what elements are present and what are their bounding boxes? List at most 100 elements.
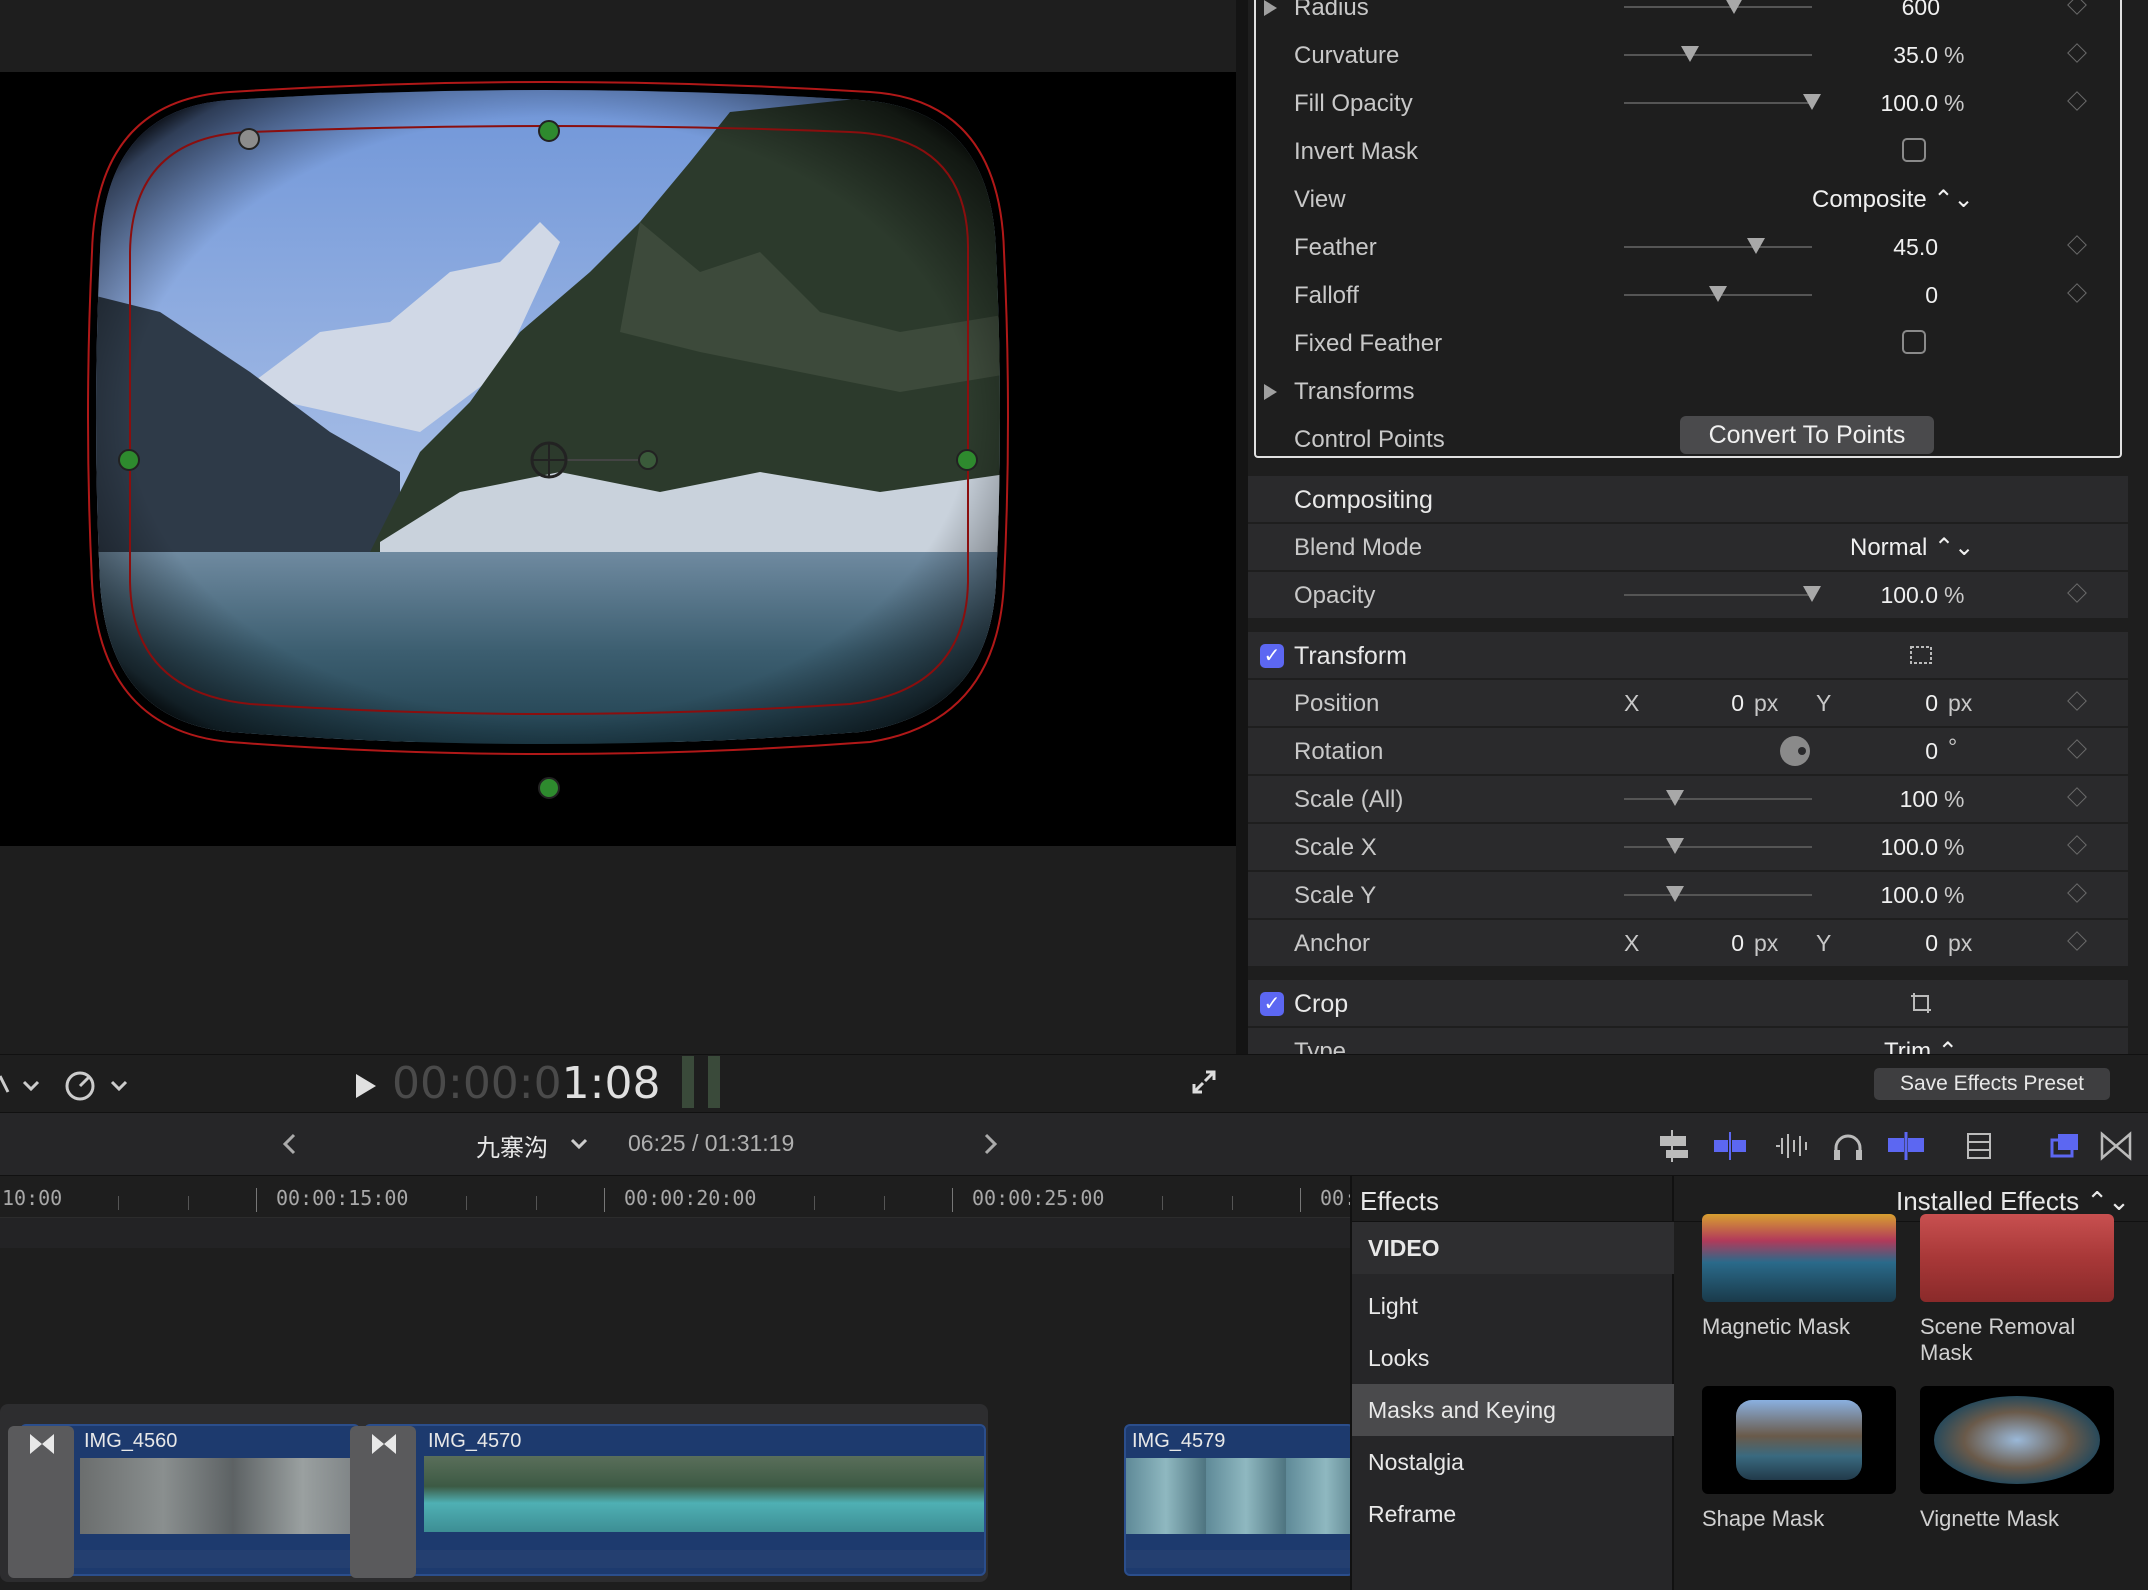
scale-all-value[interactable]: 100 <box>1818 786 1938 813</box>
viewer-canvas[interactable] <box>0 72 1236 846</box>
ruler-tick <box>256 1188 257 1212</box>
position-y-unit: px <box>1948 690 1973 716</box>
play-icon[interactable] <box>356 1074 376 1098</box>
effect-magnetic-mask[interactable]: Magnetic Mask <box>1702 1214 1896 1340</box>
effect-scene-removal-mask[interactable]: Scene Removal Mask <box>1920 1214 2114 1366</box>
category-reframe[interactable]: Reframe <box>1352 1488 1674 1540</box>
transform-title: Transform <box>1294 642 1407 670</box>
effect-thumbnail <box>1702 1386 1896 1494</box>
slider-thumb[interactable] <box>1665 790 1684 806</box>
transform-header: ✓ Transform <box>1248 632 2128 678</box>
crop-title: Crop <box>1294 990 1349 1018</box>
clip-name: IMG_4579 <box>1132 1430 1226 1452</box>
timeline-tools[interactable] <box>1656 1128 2136 1164</box>
position-y-value[interactable]: 0 <box>1818 690 1938 717</box>
scale-y-unit: % <box>1944 882 1965 908</box>
slider-thumb[interactable] <box>1665 838 1684 854</box>
category-looks[interactable]: Looks <box>1352 1332 1674 1384</box>
opacity-value[interactable]: 100.0 <box>1818 582 1938 609</box>
ruler-tick <box>1162 1196 1163 1210</box>
anchor-y-value[interactable]: 0 <box>1818 930 1938 957</box>
slider-thumb[interactable] <box>1665 886 1684 902</box>
crop-type-popup[interactable]: Trim ⌃ <box>1884 1037 1958 1054</box>
scale-y-slider[interactable] <box>1624 886 1812 902</box>
blend-mode-popup[interactable]: Normal ⌃⌄ <box>1850 533 1974 562</box>
clip-img-4579[interactable]: IMG_4579 <box>1124 1424 1354 1576</box>
rotation-unit: ° <box>1948 734 1958 760</box>
effect-vignette-mask[interactable]: Vignette Mask <box>1920 1386 2114 1532</box>
selected-effect-outline <box>1254 0 2122 458</box>
transform-overlay-icon[interactable] <box>1908 642 1934 668</box>
effect-shape-mask[interactable]: Shape Mask <box>1702 1386 1896 1532</box>
keyframe-icon[interactable] <box>2067 787 2087 807</box>
anchor-x-value[interactable]: 0 <box>1624 930 1744 957</box>
convert-to-points-button[interactable]: Convert To Points <box>1680 416 1934 454</box>
timecode-display[interactable]: 00:00:01:08 <box>392 1058 660 1109</box>
chevron-down-icon[interactable] <box>570 1136 588 1152</box>
scale-all-slider[interactable] <box>1624 790 1812 806</box>
scale-all-unit: % <box>1944 786 1965 812</box>
scale-y-value[interactable]: 100.0 <box>1818 882 1938 909</box>
keyframe-icon[interactable] <box>2067 835 2087 855</box>
effects-browser-icon <box>2050 1134 2078 1158</box>
ruler-label: 10:00 <box>2 1186 63 1210</box>
audio-meter-right <box>708 1056 720 1108</box>
solo-icon <box>1834 1134 1862 1160</box>
crop-enable-checkbox[interactable]: ✓ <box>1260 992 1284 1016</box>
rotation-row: Rotation 0 ° <box>1248 728 2128 774</box>
panel-divider[interactable] <box>1236 0 1248 1054</box>
position-row: Position X 0 px Y 0 px <box>1248 680 2128 726</box>
rotation-label: Rotation <box>1294 738 1384 765</box>
category-video[interactable]: VIDEO <box>1352 1222 1674 1274</box>
forward-chevron-icon[interactable] <box>980 1132 1000 1156</box>
anchor-x-unit: px <box>1754 930 1779 956</box>
position-x-value[interactable]: 0 <box>1624 690 1744 717</box>
keyframe-icon[interactable] <box>2067 583 2087 603</box>
category-nostalgia[interactable]: Nostalgia <box>1352 1436 1674 1488</box>
rotation-dial-icon[interactable] <box>1778 734 1812 768</box>
scale-y-label: Scale Y <box>1294 882 1377 909</box>
keyframe-icon[interactable] <box>2067 691 2087 711</box>
effect-name: Magnetic Mask <box>1702 1314 1850 1339</box>
effect-thumbnail <box>1702 1214 1896 1302</box>
divider <box>1672 1176 1674 1222</box>
scale-all-row: Scale (All) 100 % <box>1248 776 2128 822</box>
scale-x-value[interactable]: 100.0 <box>1818 834 1938 861</box>
category-light[interactable]: Light <box>1352 1280 1674 1332</box>
keyframe-icon[interactable] <box>2067 739 2087 759</box>
clip-name: IMG_4570 <box>428 1430 522 1452</box>
ruler-tick <box>188 1196 189 1210</box>
scale-x-slider[interactable] <box>1624 838 1812 854</box>
crop-header: ✓ Crop <box>1248 980 2128 1026</box>
opacity-slider[interactable] <box>1624 586 1821 602</box>
installed-effects-popup[interactable]: Installed Effects ⌃⌄ <box>1896 1186 2130 1217</box>
keyframe-icon[interactable] <box>2067 883 2087 903</box>
effects-title: Effects <box>1360 1186 1440 1216</box>
audio-skimming-icon <box>1776 1134 1807 1158</box>
snapping-icon <box>1714 1132 1746 1160</box>
keyframe-icon[interactable] <box>2067 931 2087 951</box>
rotation-value[interactable]: 0 <box>1818 738 1938 765</box>
effect-thumbnail <box>1920 1214 2114 1302</box>
skimming-icon <box>1888 1132 1924 1160</box>
filmstrip-icon <box>1967 1133 1991 1159</box>
save-effects-preset-button[interactable]: Save Effects Preset <box>1874 1068 2110 1100</box>
crop-overlay-icon[interactable] <box>1908 990 1934 1016</box>
back-chevron-icon[interactable] <box>280 1132 300 1156</box>
anchor-y-unit: px <box>1948 930 1973 956</box>
transition[interactable] <box>8 1426 74 1578</box>
clip-img-4570[interactable]: IMG_4570 <box>364 1424 986 1576</box>
compositing-header: Compositing <box>1248 476 2128 522</box>
fullscreen-icon[interactable] <box>1190 1068 1218 1096</box>
project-name[interactable]: 九寨沟 <box>476 1128 548 1163</box>
opacity-row: Opacity 100.0 % <box>1248 572 2128 618</box>
tool-menu[interactable] <box>0 1068 140 1102</box>
ruler-tick <box>1232 1196 1233 1210</box>
transition[interactable] <box>350 1426 416 1578</box>
clip-thumbnails <box>424 1456 984 1532</box>
timeline-ruler[interactable]: 10:00 00:00:15:00 00:00:20:00 00:00:25:0… <box>0 1176 1356 1218</box>
blend-mode-label: Blend Mode <box>1294 534 1423 561</box>
category-masks-and-keying[interactable]: Masks and Keying <box>1352 1384 1674 1436</box>
preview-frame <box>87 81 1009 799</box>
transform-enable-checkbox[interactable]: ✓ <box>1260 644 1284 668</box>
